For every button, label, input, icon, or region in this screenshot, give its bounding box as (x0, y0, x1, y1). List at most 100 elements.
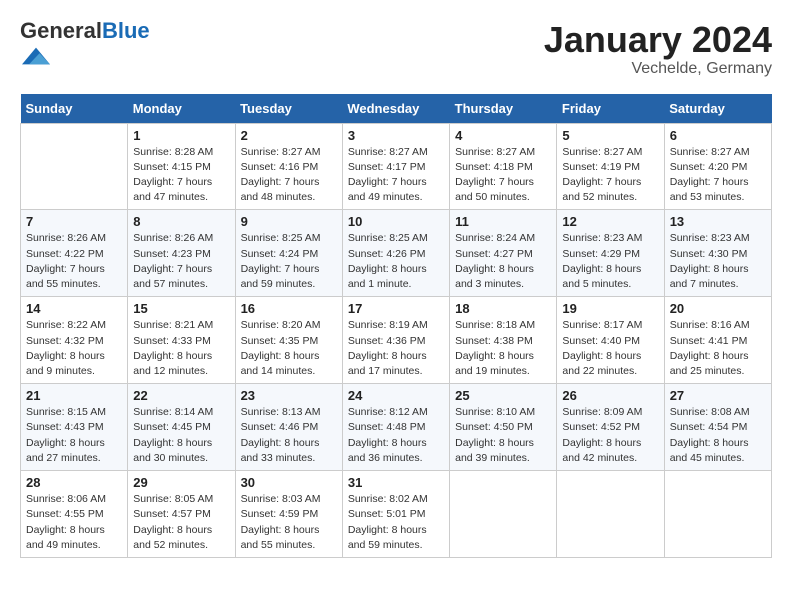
day-cell: 26Sunrise: 8:09 AMSunset: 4:52 PMDayligh… (557, 384, 664, 471)
day-info: Sunrise: 8:19 AMSunset: 4:36 PMDaylight:… (348, 318, 444, 379)
week-row-1: 1 Sunrise: 8:28 AMSunset: 4:15 PMDaylight… (21, 123, 772, 210)
day-info: Sunrise: 8:12 AMSunset: 4:48 PMDaylight:… (348, 405, 444, 466)
day-cell: 2 Sunrise: 8:27 AMSunset: 4:16 PMDaylight… (235, 123, 342, 210)
day-info: Sunrise: 8:18 AMSunset: 4:38 PMDaylight:… (455, 318, 551, 379)
day-number: 16 (241, 301, 337, 316)
day-number: 11 (455, 214, 551, 229)
day-cell: 30Sunrise: 8:03 AMSunset: 4:59 PMDayligh… (235, 471, 342, 558)
day-info: Sunrise: 8:25 AMSunset: 4:24 PMDaylight:… (241, 231, 337, 292)
day-number: 29 (133, 475, 229, 490)
day-cell (557, 471, 664, 558)
day-number: 28 (26, 475, 122, 490)
calendar-title: January 2024 (544, 20, 772, 60)
day-number: 8 (133, 214, 229, 229)
day-cell: 16 Sunrise: 8:20 AMSunset: 4:35 PMDayligh… (235, 297, 342, 384)
day-number: 21 (26, 388, 122, 403)
day-number: 19 (562, 301, 658, 316)
day-header-monday: Monday (128, 94, 235, 124)
day-cell: 6 Sunrise: 8:27 AMSunset: 4:20 PMDaylight… (664, 123, 771, 210)
logo-icon (22, 42, 50, 70)
day-cell: 1 Sunrise: 8:28 AMSunset: 4:15 PMDaylight… (128, 123, 235, 210)
day-info: Sunrise: 8:23 AMSunset: 4:29 PMDaylight:… (562, 231, 658, 292)
day-number: 2 (241, 128, 337, 143)
day-cell: 14 Sunrise: 8:22 AMSunset: 4:32 PMDayligh… (21, 297, 128, 384)
day-info: Sunrise: 8:24 AMSunset: 4:27 PMDaylight:… (455, 231, 551, 292)
day-info: Sunrise: 8:13 AMSunset: 4:46 PMDaylight:… (241, 405, 337, 466)
day-number: 14 (26, 301, 122, 316)
day-cell: 7Sunrise: 8:26 AMSunset: 4:22 PMDaylight… (21, 210, 128, 297)
day-number: 24 (348, 388, 444, 403)
day-number: 5 (562, 128, 658, 143)
day-cell: 15Sunrise: 8:21 AMSunset: 4:33 PMDayligh… (128, 297, 235, 384)
day-info: Sunrise: 8:10 AMSunset: 4:50 PMDaylight:… (455, 405, 551, 466)
day-info: Sunrise: 8:06 AMSunset: 4:55 PMDaylight:… (26, 492, 122, 553)
week-row-3: 14 Sunrise: 8:22 AMSunset: 4:32 PMDayligh… (21, 297, 772, 384)
title-block: January 2024 Vechelde, Germany (544, 20, 772, 78)
day-cell: 13 Sunrise: 8:23 AMSunset: 4:30 PMDayligh… (664, 210, 771, 297)
day-number: 1 (133, 128, 229, 143)
week-row-2: 7Sunrise: 8:26 AMSunset: 4:22 PMDaylight… (21, 210, 772, 297)
day-info: Sunrise: 8:16 AMSunset: 4:41 PMDaylight:… (670, 318, 766, 379)
day-info: Sunrise: 8:05 AMSunset: 4:57 PMDaylight:… (133, 492, 229, 553)
day-info: Sunrise: 8:27 AMSunset: 4:18 PMDaylight:… (455, 145, 551, 206)
day-info: Sunrise: 8:25 AMSunset: 4:26 PMDaylight:… (348, 231, 444, 292)
day-number: 27 (670, 388, 766, 403)
day-info: Sunrise: 8:20 AMSunset: 4:35 PMDaylight:… (241, 318, 337, 379)
day-number: 31 (348, 475, 444, 490)
day-cell: 25Sunrise: 8:10 AMSunset: 4:50 PMDayligh… (450, 384, 557, 471)
week-row-5: 28 Sunrise: 8:06 AMSunset: 4:55 PMDayligh… (21, 471, 772, 558)
day-info: Sunrise: 8:27 AMSunset: 4:16 PMDaylight:… (241, 145, 337, 206)
day-number: 13 (670, 214, 766, 229)
day-number: 26 (562, 388, 658, 403)
day-cell: 27 Sunrise: 8:08 AMSunset: 4:54 PMDayligh… (664, 384, 771, 471)
day-cell: 3 Sunrise: 8:27 AMSunset: 4:17 PMDaylight… (342, 123, 449, 210)
logo: GeneralBlue (20, 20, 150, 77)
day-header-thursday: Thursday (450, 94, 557, 124)
day-info: Sunrise: 8:02 AMSunset: 5:01 PMDaylight:… (348, 492, 444, 553)
day-header-saturday: Saturday (664, 94, 771, 124)
day-cell: 4Sunrise: 8:27 AMSunset: 4:18 PMDaylight… (450, 123, 557, 210)
day-number: 10 (348, 214, 444, 229)
day-info: Sunrise: 8:23 AMSunset: 4:30 PMDaylight:… (670, 231, 766, 292)
day-info: Sunrise: 8:22 AMSunset: 4:32 PMDaylight:… (26, 318, 122, 379)
days-header-row: SundayMondayTuesdayWednesdayThursdayFrid… (21, 94, 772, 124)
day-info: Sunrise: 8:15 AMSunset: 4:43 PMDaylight:… (26, 405, 122, 466)
day-cell: 20 Sunrise: 8:16 AMSunset: 4:41 PMDayligh… (664, 297, 771, 384)
logo-general-text: General (20, 18, 102, 43)
day-info: Sunrise: 8:27 AMSunset: 4:17 PMDaylight:… (348, 145, 444, 206)
day-info: Sunrise: 8:28 AMSunset: 4:15 PMDaylight:… (133, 145, 229, 206)
week-row-4: 21 Sunrise: 8:15 AMSunset: 4:43 PMDayligh… (21, 384, 772, 471)
day-number: 9 (241, 214, 337, 229)
day-info: Sunrise: 8:08 AMSunset: 4:54 PMDaylight:… (670, 405, 766, 466)
day-cell: 28 Sunrise: 8:06 AMSunset: 4:55 PMDayligh… (21, 471, 128, 558)
day-cell: 10 Sunrise: 8:25 AMSunset: 4:26 PMDayligh… (342, 210, 449, 297)
page-header: GeneralBlue January 2024 Vechelde, Germa… (20, 20, 772, 78)
day-cell: 23 Sunrise: 8:13 AMSunset: 4:46 PMDayligh… (235, 384, 342, 471)
day-cell: 31 Sunrise: 8:02 AMSunset: 5:01 PMDayligh… (342, 471, 449, 558)
day-cell: 11 Sunrise: 8:24 AMSunset: 4:27 PMDayligh… (450, 210, 557, 297)
day-number: 17 (348, 301, 444, 316)
day-cell: 29 Sunrise: 8:05 AMSunset: 4:57 PMDayligh… (128, 471, 235, 558)
day-cell (21, 123, 128, 210)
day-info: Sunrise: 8:26 AMSunset: 4:23 PMDaylight:… (133, 231, 229, 292)
day-info: Sunrise: 8:27 AMSunset: 4:20 PMDaylight:… (670, 145, 766, 206)
day-cell (664, 471, 771, 558)
day-header-wednesday: Wednesday (342, 94, 449, 124)
day-header-sunday: Sunday (21, 94, 128, 124)
day-cell: 24 Sunrise: 8:12 AMSunset: 4:48 PMDayligh… (342, 384, 449, 471)
day-cell: 12Sunrise: 8:23 AMSunset: 4:29 PMDayligh… (557, 210, 664, 297)
day-number: 6 (670, 128, 766, 143)
day-number: 3 (348, 128, 444, 143)
day-number: 23 (241, 388, 337, 403)
day-cell: 5Sunrise: 8:27 AMSunset: 4:19 PMDaylight… (557, 123, 664, 210)
day-header-friday: Friday (557, 94, 664, 124)
day-number: 20 (670, 301, 766, 316)
day-cell: 8 Sunrise: 8:26 AMSunset: 4:23 PMDaylight… (128, 210, 235, 297)
day-number: 15 (133, 301, 229, 316)
day-info: Sunrise: 8:14 AMSunset: 4:45 PMDaylight:… (133, 405, 229, 466)
day-number: 7 (26, 214, 122, 229)
calendar-table: SundayMondayTuesdayWednesdayThursdayFrid… (20, 94, 772, 558)
day-cell: 19 Sunrise: 8:17 AMSunset: 4:40 PMDayligh… (557, 297, 664, 384)
day-info: Sunrise: 8:17 AMSunset: 4:40 PMDaylight:… (562, 318, 658, 379)
calendar-subtitle: Vechelde, Germany (544, 60, 772, 78)
